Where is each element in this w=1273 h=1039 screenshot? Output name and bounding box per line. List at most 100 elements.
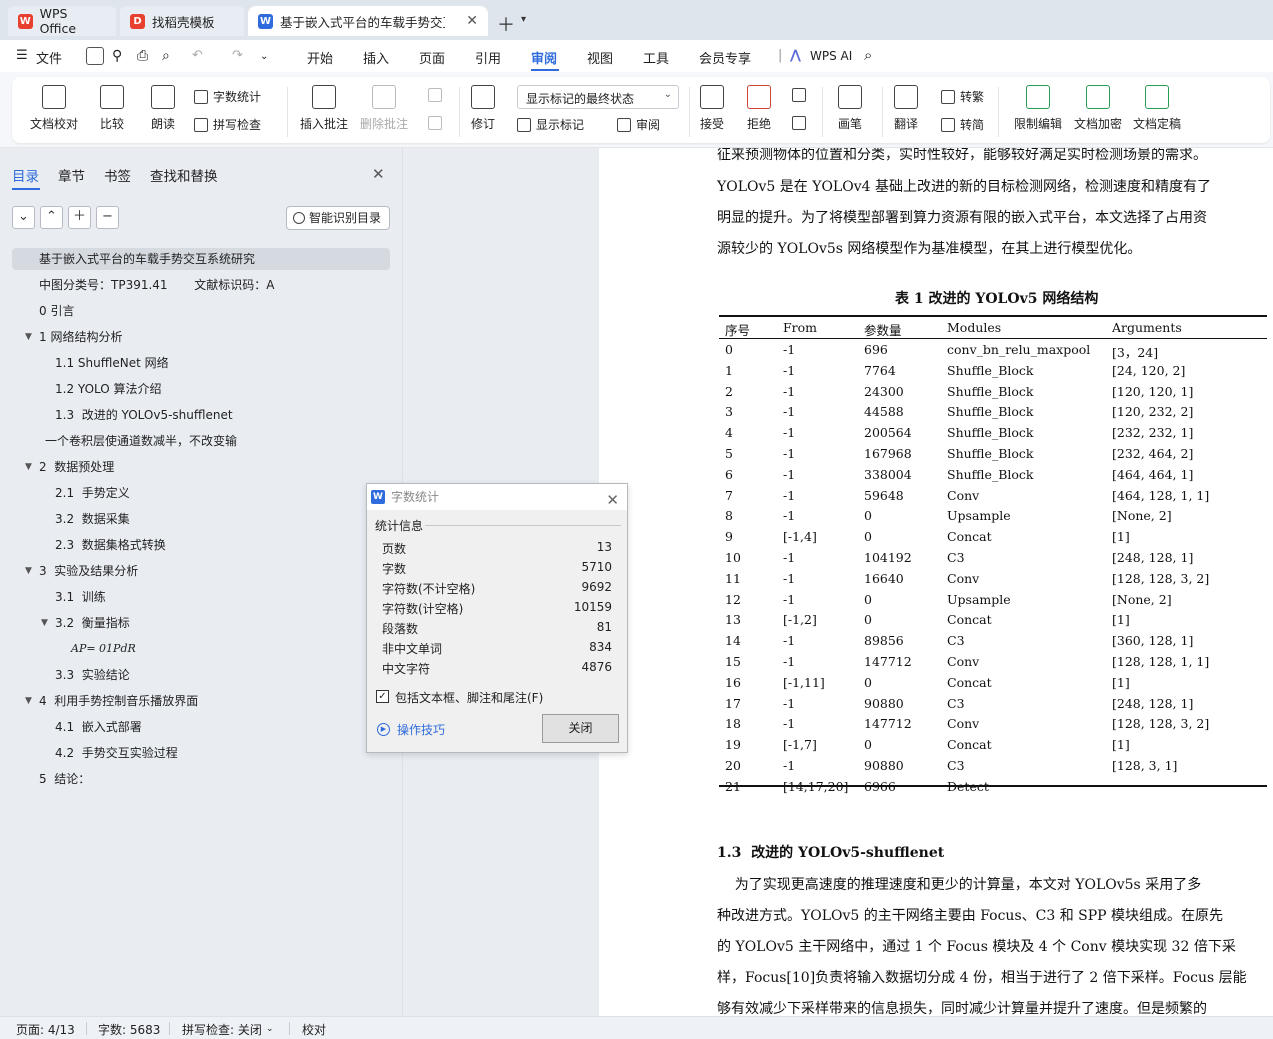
remove-heading-button[interactable]: − — [96, 206, 119, 229]
toc-item[interactable]: 1.2 YOLO 算法介绍 — [55, 378, 162, 400]
toc-item[interactable]: 一个卷积层使通道数减半，不改变输 — [45, 430, 237, 452]
expand-triangle-icon[interactable]: ▼ — [25, 566, 32, 576]
tips-link[interactable]: 操作技巧 — [397, 721, 445, 738]
restrict-edit-button[interactable]: 限制编辑 — [1014, 85, 1062, 132]
markup-state-select[interactable]: 显示标记的最终状态 ⌄ — [517, 85, 679, 109]
new-tab-button[interactable]: ＋ — [497, 11, 515, 37]
accept-button[interactable]: 接受 — [700, 85, 724, 132]
menu-tools[interactable]: 工具 — [643, 48, 669, 67]
menu-reference[interactable]: 引用 — [475, 48, 501, 67]
menu-member[interactable]: 会员专享 — [699, 48, 751, 67]
encrypt-button[interactable]: 文档加密 — [1074, 85, 1122, 132]
toc-item[interactable]: 1 网络结构分析 — [39, 326, 122, 348]
print-icon[interactable]: ⎙ — [137, 48, 148, 64]
nav-tab-toc[interactable]: 目录 — [12, 165, 39, 185]
close-icon[interactable]: ✕ — [372, 165, 385, 183]
share-icon[interactable]: ⚲ — [112, 48, 122, 64]
to-traditional-button[interactable]: 转繁 — [941, 88, 984, 105]
toc-item[interactable]: 2.1 手势定义 — [55, 482, 130, 504]
print-preview-icon[interactable]: ⌕ — [162, 48, 170, 64]
prev-change-icon[interactable] — [792, 88, 811, 102]
review-pane-button[interactable]: 审阅 — [617, 116, 660, 133]
toc-item[interactable]: 3.1 训练 — [55, 586, 106, 608]
toc-item[interactable]: 1.3 改进的 YOLOv5-shufflenet — [55, 404, 233, 426]
spell-check-indicator[interactable]: 拼写检查: 关闭 — [182, 1021, 262, 1038]
table-cell: 24300 — [864, 383, 904, 399]
play-circle-icon[interactable]: ▶ — [377, 723, 390, 736]
dialog-titlebar[interactable]: W 字数统计 ✕ — [367, 484, 627, 510]
toc-item[interactable]: 2 数据预处理 — [39, 456, 114, 478]
doc-check-button[interactable]: 文档校对 — [30, 85, 78, 132]
close-icon[interactable]: ✕ — [606, 487, 619, 513]
spell-check-button[interactable]: 拼写检查 — [194, 116, 261, 133]
proofread-indicator[interactable]: 校对 — [302, 1021, 326, 1038]
toc-item[interactable]: 0 引言 — [39, 300, 74, 322]
expand-triangle-icon[interactable]: ▼ — [25, 696, 32, 706]
insert-comment-button[interactable]: 插入批注 — [300, 85, 348, 132]
table-cell: [464, 464, 1] — [1112, 466, 1194, 482]
expand-triangle-icon[interactable]: ▼ — [41, 618, 48, 628]
tab-close-icon[interactable]: ✕ — [466, 13, 478, 29]
toc-item[interactable]: 3.2 数据采集 — [55, 508, 130, 530]
hamburger-icon[interactable]: ☰ — [16, 48, 28, 63]
toc-item[interactable]: 4 利用手势控制音乐播放界面 — [39, 690, 198, 712]
include-textbox-checkbox[interactable]: ✓ — [376, 690, 389, 703]
save-icon[interactable] — [86, 47, 104, 65]
toc-item[interactable]: AP= 01PdR — [71, 638, 136, 660]
show-markup-button[interactable]: 显示标记 — [517, 116, 584, 133]
prev-comment-icon[interactable] — [428, 88, 447, 102]
chevron-down-icon[interactable]: ▾ — [521, 14, 526, 25]
smart-toc-button[interactable]: 智能识别目录 — [286, 206, 390, 230]
menu-start[interactable]: 开始 — [307, 48, 333, 67]
collapse-all-button[interactable]: ⌄ — [12, 206, 35, 229]
read-aloud-button[interactable]: 朗读 — [151, 85, 175, 132]
toc-item[interactable]: 4.2 手势交互实验过程 — [55, 742, 178, 764]
redo-icon[interactable]: ↷ — [232, 48, 243, 63]
menu-wps-ai[interactable]: WPS AI — [810, 49, 852, 63]
document-page[interactable]: 征来预测物体的位置和分类，实时性较好，能够较好满足实时检测场景的需求。 YOLO… — [599, 148, 1273, 1016]
tab-document[interactable]: W 基于嵌入式平台的车载手势交互 ✕ — [248, 6, 488, 36]
expand-triangle-icon[interactable]: ▼ — [25, 462, 32, 472]
page-indicator[interactable]: 页面: 4/13 — [16, 1021, 75, 1038]
compare-button[interactable]: 比较 — [100, 85, 124, 132]
translate-button[interactable]: 翻译 — [894, 85, 918, 132]
toc-item[interactable]: 4.1 嵌入式部署 — [55, 716, 142, 738]
word-count-button[interactable]: 字数统计 — [194, 88, 261, 105]
toc-item[interactable]: 2.3 数据集格式转换 — [55, 534, 166, 556]
menu-view[interactable]: 视图 — [587, 48, 613, 67]
add-heading-button[interactable]: ＋ — [68, 206, 91, 229]
toc-item[interactable]: 1.1 ShuffleNet 网络 — [55, 352, 169, 374]
close-button[interactable]: 关闭 — [542, 714, 619, 743]
tab-docer[interactable]: D 找稻壳模板 — [120, 6, 244, 36]
undo-icon[interactable]: ↶ — [192, 48, 203, 63]
next-change-icon[interactable] — [792, 116, 811, 130]
toc-item[interactable]: 中图分类号：TP391.41 文献标识码：A — [39, 274, 274, 296]
pen-button[interactable]: 画笔 — [838, 85, 862, 132]
menu-page[interactable]: 页面 — [419, 48, 445, 67]
finalize-button[interactable]: 文档定稿 — [1133, 85, 1181, 132]
menu-file[interactable]: 文件 — [36, 48, 62, 67]
delete-comment-button[interactable]: 删除批注 — [360, 85, 408, 132]
nav-tab-bookmarks[interactable]: 书签 — [104, 165, 131, 185]
expand-up-button[interactable]: ⌃ — [40, 206, 63, 229]
toc-item[interactable]: 3.2 衡量指标 — [55, 612, 130, 634]
nav-tab-find-replace[interactable]: 查找和替换 — [150, 165, 218, 185]
next-comment-icon[interactable] — [428, 116, 447, 130]
chevron-down-icon[interactable]: ⌄ — [266, 1024, 274, 1034]
toc-item[interactable]: 基于嵌入式平台的车载手势交互系统研究 — [12, 248, 390, 270]
track-changes-button[interactable]: 修订 — [471, 85, 495, 132]
tab-wps-office[interactable]: W WPS Office — [8, 6, 116, 36]
chevron-down-icon[interactable]: ⌄ — [260, 51, 268, 62]
menu-insert[interactable]: 插入 — [363, 48, 389, 67]
menu-review[interactable]: 审阅 — [531, 48, 557, 67]
toc-item[interactable]: 3.3 实验结论 — [55, 664, 130, 686]
checkbox-label[interactable]: 包括文本框、脚注和尾注(F) — [395, 689, 543, 706]
to-simplified-button[interactable]: 转简 — [941, 116, 984, 133]
word-count-indicator[interactable]: 字数: 5683 — [98, 1021, 160, 1038]
toc-item[interactable]: 3 实验及结果分析 — [39, 560, 138, 582]
reject-button[interactable]: 拒绝 — [747, 85, 771, 132]
nav-tab-chapters[interactable]: 章节 — [58, 165, 85, 185]
search-icon[interactable]: ⌕ — [864, 46, 872, 64]
expand-triangle-icon[interactable]: ▼ — [25, 332, 32, 342]
toc-item[interactable]: 5 结论： — [39, 768, 90, 790]
